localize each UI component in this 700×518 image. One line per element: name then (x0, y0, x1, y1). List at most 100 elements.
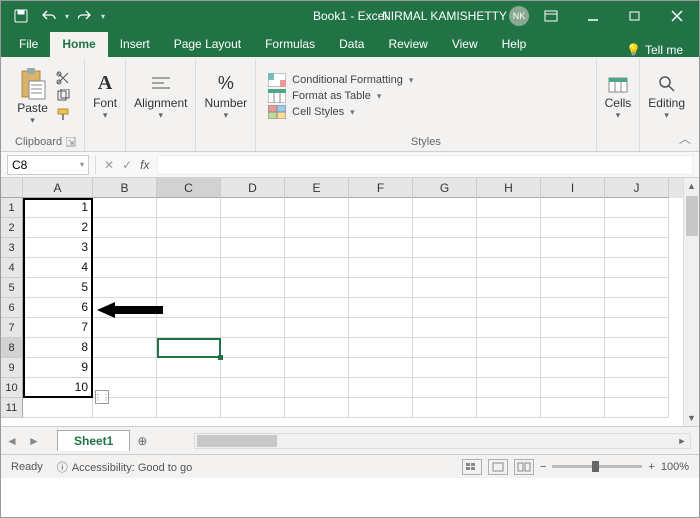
cell[interactable] (221, 358, 285, 378)
cell[interactable] (93, 218, 157, 238)
tab-help[interactable]: Help (490, 32, 539, 57)
cell[interactable] (285, 398, 349, 418)
editing-dropdown[interactable]: Editing ▾ (648, 72, 685, 121)
cell[interactable] (157, 218, 221, 238)
row-header[interactable]: 7 (1, 318, 23, 338)
cell[interactable] (93, 238, 157, 258)
cell[interactable] (477, 378, 541, 398)
cell[interactable] (157, 358, 221, 378)
close-button[interactable] (657, 1, 697, 31)
cell[interactable]: 10 (23, 378, 93, 398)
cell[interactable]: 4 (23, 258, 93, 278)
redo-button[interactable] (73, 4, 97, 28)
cell[interactable] (605, 298, 669, 318)
cell[interactable] (541, 398, 605, 418)
cell[interactable] (541, 198, 605, 218)
cell[interactable] (413, 318, 477, 338)
cell[interactable] (477, 398, 541, 418)
cell[interactable] (221, 278, 285, 298)
cell[interactable] (605, 278, 669, 298)
paste-button[interactable]: Paste ▾ (17, 67, 48, 126)
cell[interactable] (605, 258, 669, 278)
cell[interactable] (477, 218, 541, 238)
cell[interactable]: 6 (23, 298, 93, 318)
cell[interactable] (285, 278, 349, 298)
vertical-scrollbar[interactable]: ▲ ▼ (683, 178, 699, 426)
cell[interactable] (541, 378, 605, 398)
cell[interactable] (157, 198, 221, 218)
cell[interactable] (285, 198, 349, 218)
cells-area[interactable]: 1 2 3 4 5 6 7 8 9 10 (23, 198, 683, 426)
dialog-launcher-icon[interactable] (66, 137, 76, 147)
cell[interactable] (413, 378, 477, 398)
enter-formula-button[interactable]: ✓ (122, 158, 132, 172)
row-header[interactable]: 6 (1, 298, 23, 318)
cell[interactable] (605, 378, 669, 398)
cell[interactable] (349, 298, 413, 318)
cell[interactable] (157, 338, 221, 358)
column-header[interactable]: D (221, 178, 285, 198)
cell[interactable] (349, 338, 413, 358)
cell[interactable] (605, 238, 669, 258)
format-painter-button[interactable] (56, 107, 74, 121)
conditional-formatting-button[interactable]: Conditional Formatting▾ (268, 73, 413, 87)
tab-data[interactable]: Data (327, 32, 376, 57)
cell[interactable] (541, 258, 605, 278)
tab-formulas[interactable]: Formulas (253, 32, 327, 57)
cell[interactable] (93, 338, 157, 358)
cell[interactable] (349, 198, 413, 218)
collapse-ribbon-button[interactable]: ︿ (679, 130, 691, 147)
row-header[interactable]: 1 (1, 198, 23, 218)
cell[interactable] (413, 298, 477, 318)
tab-home[interactable]: Home (50, 32, 107, 57)
cell[interactable] (349, 278, 413, 298)
scrollbar-thumb[interactable] (686, 196, 698, 236)
cell[interactable] (285, 358, 349, 378)
cell[interactable] (285, 298, 349, 318)
ribbon-display-options-button[interactable] (531, 1, 571, 31)
cell[interactable] (605, 358, 669, 378)
tab-file[interactable]: File (7, 32, 50, 57)
cell[interactable] (477, 298, 541, 318)
cell[interactable] (605, 218, 669, 238)
cell[interactable] (285, 238, 349, 258)
cell[interactable] (349, 318, 413, 338)
accessibility-status[interactable]: ⓘAccessibility: Good to go (57, 459, 192, 475)
cell[interactable] (93, 258, 157, 278)
cell[interactable] (157, 318, 221, 338)
row-header[interactable]: 3 (1, 238, 23, 258)
cell[interactable] (285, 318, 349, 338)
cell[interactable]: 9 (23, 358, 93, 378)
cell[interactable] (541, 278, 605, 298)
cell[interactable] (477, 318, 541, 338)
sheet-nav-next-button[interactable]: ► (23, 434, 45, 448)
name-box[interactable]: C8 ▾ (7, 155, 89, 175)
cell[interactable] (541, 218, 605, 238)
cell[interactable] (23, 398, 93, 418)
cell[interactable] (157, 278, 221, 298)
cell[interactable] (541, 338, 605, 358)
row-header[interactable]: 9 (1, 358, 23, 378)
column-header[interactable]: B (93, 178, 157, 198)
normal-view-button[interactable] (462, 459, 482, 475)
cell[interactable] (477, 358, 541, 378)
fill-handle[interactable] (218, 355, 223, 360)
cell[interactable] (477, 338, 541, 358)
cell[interactable]: 2 (23, 218, 93, 238)
cell[interactable] (605, 318, 669, 338)
cell[interactable] (93, 198, 157, 218)
cell[interactable] (541, 298, 605, 318)
cell[interactable] (477, 278, 541, 298)
cell[interactable]: 8 (23, 338, 93, 358)
cell[interactable]: 5 (23, 278, 93, 298)
cell[interactable] (221, 298, 285, 318)
cell-styles-button[interactable]: Cell Styles▾ (268, 105, 413, 119)
zoom-out-button[interactable]: − (540, 461, 546, 473)
scroll-up-icon[interactable]: ▲ (684, 178, 699, 194)
number-dropdown[interactable]: % Number ▾ (204, 72, 247, 121)
zoom-slider[interactable] (552, 465, 642, 468)
add-sheet-button[interactable]: ⊕ (130, 434, 154, 448)
cell[interactable] (413, 218, 477, 238)
cell[interactable] (413, 338, 477, 358)
cell[interactable] (221, 198, 285, 218)
